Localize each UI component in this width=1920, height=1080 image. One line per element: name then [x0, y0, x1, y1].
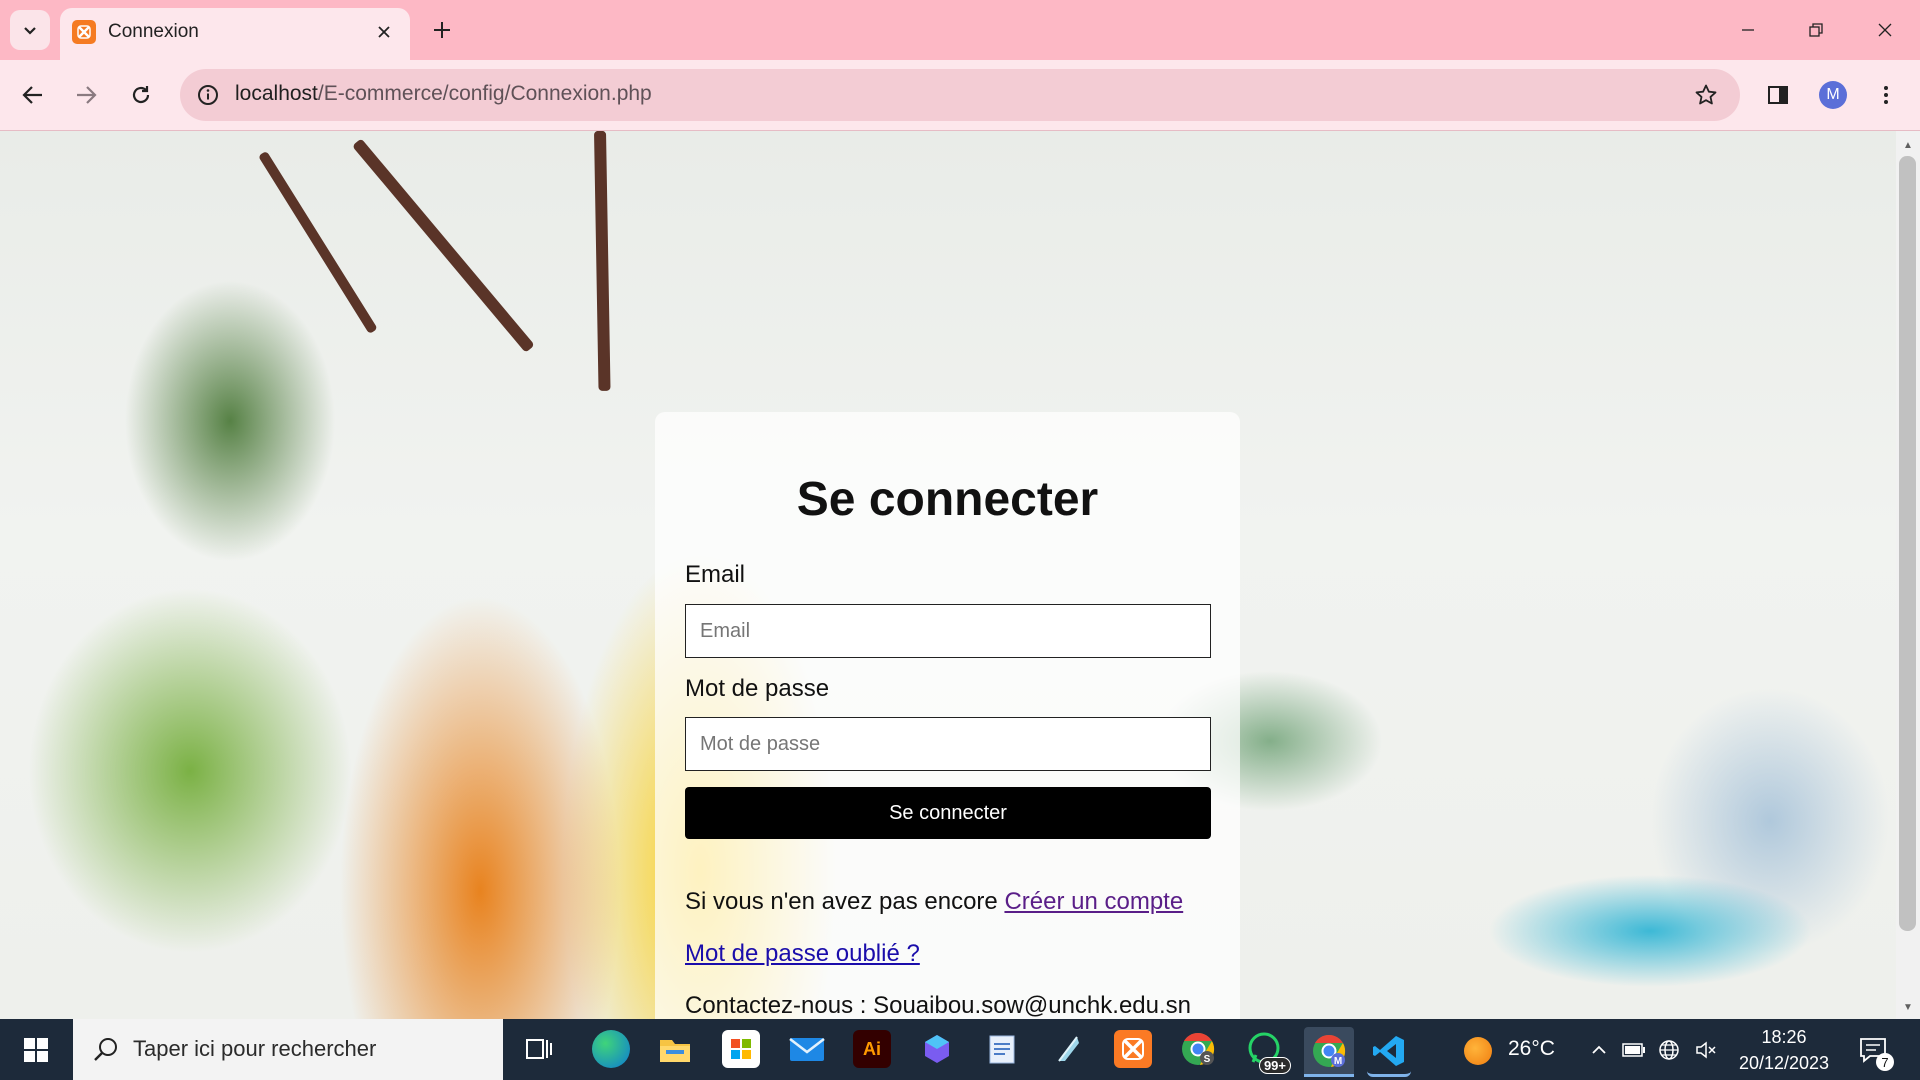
- notification-count-badge: 7: [1876, 1053, 1894, 1071]
- page-background: Se connecter Email Mot de passe Se conne…: [0, 131, 1896, 1019]
- scroll-up-icon[interactable]: ▲: [1899, 135, 1917, 155]
- search-placeholder: Taper ici pour rechercher: [133, 1036, 377, 1061]
- scroll-down-icon[interactable]: ▼: [1899, 997, 1917, 1017]
- restore-icon: [1809, 23, 1823, 37]
- restore-button[interactable]: [1791, 10, 1841, 50]
- browser-tab[interactable]: Connexion: [60, 8, 410, 60]
- straw-decoration: [352, 138, 535, 353]
- menu-button[interactable]: [1866, 75, 1906, 115]
- file-explorer-icon[interactable]: [656, 1030, 694, 1068]
- tab-bar: Connexion: [0, 0, 1920, 60]
- reload-button[interactable]: [121, 75, 161, 115]
- taskbar-clock[interactable]: 18:26 20/12/2023: [1736, 1024, 1832, 1076]
- url-host: localhost: [235, 82, 318, 105]
- url-text[interactable]: localhost/E-commerce/config/Connexion.ph…: [235, 82, 652, 106]
- tab-search-button[interactable]: [10, 10, 50, 50]
- battery-icon[interactable]: [1622, 1038, 1646, 1062]
- profile-initial: M: [1826, 86, 1840, 103]
- weather-temp[interactable]: 26°C: [1508, 1037, 1555, 1061]
- start-button[interactable]: [14, 1032, 58, 1068]
- mail-icon[interactable]: [788, 1030, 826, 1068]
- volume-muted-icon[interactable]: [1694, 1038, 1718, 1062]
- no-account-text: Si vous n'en avez pas encore: [685, 888, 998, 915]
- minimize-icon: [1742, 29, 1754, 31]
- close-window-button[interactable]: [1860, 10, 1910, 50]
- scrollbar-thumb[interactable]: [1899, 156, 1916, 931]
- xampp-icon[interactable]: [1114, 1030, 1152, 1068]
- side-panel-button[interactable]: [1758, 75, 1798, 115]
- minimize-button[interactable]: [1723, 10, 1773, 50]
- new-tab-button[interactable]: [424, 12, 460, 48]
- clock-date: 20/12/2023: [1738, 1053, 1830, 1073]
- chrome-profile-m-icon[interactable]: M: [1304, 1027, 1354, 1077]
- chevron-down-icon: [24, 27, 36, 35]
- close-icon: [378, 26, 390, 38]
- profile-avatar[interactable]: M: [1819, 81, 1847, 109]
- windows-logo-icon: [24, 1038, 48, 1062]
- notepad-icon[interactable]: [983, 1030, 1021, 1068]
- login-title: Se connecter: [796, 473, 1099, 526]
- whatsapp-badge: 99+: [1258, 1057, 1291, 1074]
- svg-text:M: M: [1334, 1056, 1342, 1067]
- copilot-icon[interactable]: [918, 1030, 956, 1068]
- feather-app-icon[interactable]: [1049, 1030, 1087, 1068]
- arrow-right-icon: [77, 86, 97, 104]
- login-submit-button[interactable]: Se connecter: [685, 787, 1211, 839]
- more-vertical-icon: [1884, 86, 1888, 104]
- notification-center-icon[interactable]: 7: [1858, 1035, 1894, 1071]
- bookmark-star-icon[interactable]: [1690, 79, 1722, 111]
- url-path: /E-commerce/config/Connexion.php: [317, 82, 652, 105]
- whatsapp-icon[interactable]: 99+: [1245, 1030, 1291, 1074]
- chevron-up-icon[interactable]: [1587, 1038, 1611, 1062]
- forgot-password-link[interactable]: Mot de passe oublié ?: [685, 940, 920, 967]
- address-bar[interactable]: localhost/E-commerce/config/Connexion.ph…: [180, 69, 1740, 121]
- tab-title: Connexion: [108, 21, 199, 42]
- arrow-left-icon: [22, 86, 42, 104]
- globe-network-icon[interactable]: [1657, 1038, 1681, 1062]
- side-panel-icon: [1768, 86, 1788, 104]
- task-view-icon[interactable]: [520, 1030, 558, 1068]
- windows-taskbar: Taper ici pour rechercher Ai S 99+ M 26°…: [0, 1019, 1920, 1080]
- signup-prompt: Si vous n'en avez pas encore Créer un co…: [685, 888, 1183, 916]
- svg-text:S: S: [1204, 1054, 1211, 1065]
- xampp-favicon-icon: [72, 20, 96, 44]
- plus-icon: [434, 22, 450, 38]
- store-icon[interactable]: [722, 1030, 760, 1068]
- password-input[interactable]: [685, 717, 1211, 771]
- forgot-password-row: Mot de passe oublié ?: [685, 940, 920, 968]
- email-input[interactable]: [685, 604, 1211, 658]
- clock-time: 18:26: [1761, 1027, 1807, 1047]
- forward-button[interactable]: [66, 75, 106, 115]
- reload-icon: [132, 86, 150, 104]
- taskbar-search-box[interactable]: Taper ici pour rechercher: [73, 1019, 503, 1080]
- edge-icon[interactable]: [592, 1030, 630, 1068]
- straw-decoration: [594, 131, 611, 391]
- weather-icon[interactable]: [1464, 1037, 1492, 1065]
- chrome-profile-s-icon[interactable]: S: [1179, 1030, 1217, 1068]
- contact-text: Contactez-nous : Souaibou.sow@unchk.edu.…: [685, 992, 1192, 1019]
- login-card: Se connecter Email Mot de passe Se conne…: [655, 412, 1240, 1019]
- close-icon: [1878, 23, 1892, 37]
- close-tab-button[interactable]: [372, 20, 396, 44]
- create-account-link[interactable]: Créer un compte: [1004, 888, 1183, 915]
- site-info-icon[interactable]: [192, 79, 224, 111]
- browser-toolbar: localhost/E-commerce/config/Connexion.ph…: [0, 60, 1920, 131]
- email-label: Email: [685, 561, 746, 588]
- search-icon: [94, 1038, 117, 1061]
- illustrator-icon[interactable]: Ai: [853, 1030, 891, 1068]
- straw-decoration: [258, 150, 378, 335]
- back-button[interactable]: [13, 75, 53, 115]
- password-label: Mot de passe: [685, 675, 830, 702]
- vscode-icon[interactable]: [1367, 1027, 1411, 1077]
